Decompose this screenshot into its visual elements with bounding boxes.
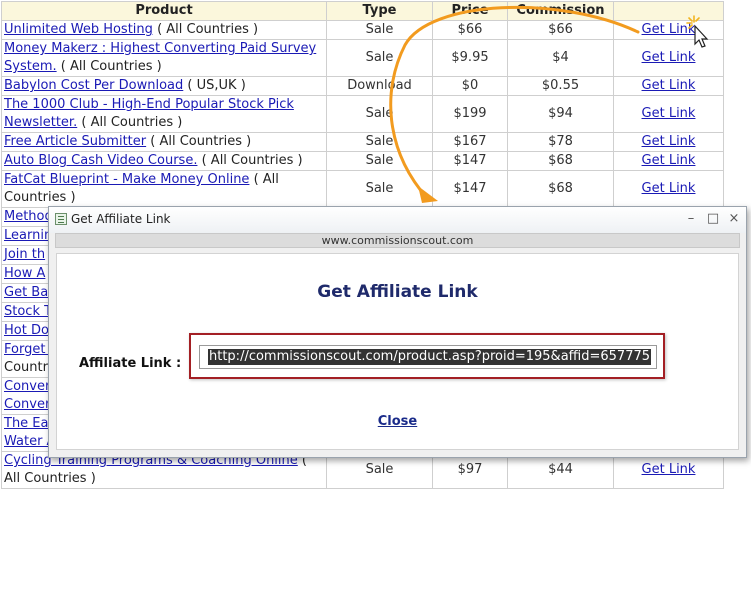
country-label: ( All Countries ) [60,59,162,74]
action-cell: Get Link [613,170,724,208]
affiliate-link-popup: Get Affiliate Link – □ × www.commissions… [48,206,747,458]
product-link[interactable]: How A [4,266,45,281]
header-product[interactable]: Product [1,1,327,21]
get-link-button[interactable]: Get Link [642,22,696,37]
product-link[interactable]: Learnin [4,228,52,243]
price-cell: $147 [432,170,508,208]
action-cell: Get Link [613,76,724,96]
table-row: The 1000 Club - High-End Popular Stock P… [1,95,724,133]
product-link[interactable]: Join th [4,247,45,262]
product-link[interactable]: Hot Do [4,323,49,338]
affiliate-link-field[interactable]: http://commissionscout.com/product.asp?p… [199,345,657,369]
action-cell: Get Link [613,132,724,152]
popup-title: Get Affiliate Link [71,212,171,226]
table-row: Free Article Submitter ( All Countries )… [1,132,724,152]
popup-titlebar[interactable]: Get Affiliate Link – □ × [49,207,746,233]
commission-cell: $94 [507,95,614,133]
get-link-button[interactable]: Get Link [642,462,696,477]
product-link[interactable]: Get Ba [4,285,48,300]
product-link[interactable]: Unlimited Web Hosting [4,22,153,37]
product-cell: Unlimited Web Hosting ( All Countries ) [1,20,327,40]
window-icon [55,213,67,225]
header-price[interactable]: Price [432,1,508,21]
affiliate-link-value[interactable]: http://commissionscout.com/product.asp?p… [208,349,652,365]
product-link[interactable]: Method [4,209,53,224]
get-link-button[interactable]: Get Link [642,78,696,93]
commission-cell: $68 [507,170,614,208]
country-label: ( All Countries ) [81,115,183,130]
get-link-button[interactable]: Get Link [642,153,696,168]
product-link[interactable]: Stock T [4,304,52,319]
price-cell: $0 [432,76,508,96]
product-cell: Auto Blog Cash Video Course. ( All Count… [1,151,327,171]
commission-cell: $78 [507,132,614,152]
product-cell: Babylon Cost Per Download ( US,UK ) [1,76,327,96]
price-cell: $199 [432,95,508,133]
price-cell: $167 [432,132,508,152]
price-cell: $147 [432,151,508,171]
popup-content: Get Affiliate Link Affiliate Link : http… [56,253,739,450]
popup-heading: Get Affiliate Link [317,282,478,302]
table-row: Money Makerz : Highest Converting Paid S… [1,39,724,77]
header-commission[interactable]: Commission [507,1,614,21]
product-link[interactable]: Auto Blog Cash Video Course. [4,153,197,168]
get-link-button[interactable]: Get Link [642,134,696,149]
commission-cell: $4 [507,39,614,77]
type-cell: Sale [326,95,433,133]
action-cell: Get Link [613,151,724,171]
commission-cell: $68 [507,151,614,171]
country-label: ( US,UK ) [187,78,246,93]
commission-cell: $66 [507,20,614,40]
commission-cell: $0.55 [507,76,614,96]
minimize-button[interactable]: – [683,211,699,227]
action-cell: Get Link [613,95,724,133]
affiliate-link-label: Affiliate Link : [79,356,182,371]
table-header-row: Product Type Price Commission [1,1,724,21]
get-link-button[interactable]: Get Link [642,106,696,121]
product-link[interactable]: Babylon Cost Per Download [4,78,183,93]
product-link[interactable]: FatCat Blueprint - Make Money Online [4,172,249,187]
product-cell: Free Article Submitter ( All Countries ) [1,132,327,152]
product-link[interactable]: Free Article Submitter [4,134,146,149]
table-row: FatCat Blueprint - Make Money Online ( A… [1,170,724,208]
price-cell: $66 [432,20,508,40]
type-cell: Sale [326,132,433,152]
close-link[interactable]: Close [57,414,738,429]
type-cell: Sale [326,20,433,40]
get-link-button[interactable]: Get Link [642,50,696,65]
type-cell: Sale [326,170,433,208]
table-row: Unlimited Web Hosting ( All Countries ) S… [1,20,724,40]
product-cell: Money Makerz : Highest Converting Paid S… [1,39,327,77]
maximize-button[interactable]: □ [705,211,721,227]
header-type[interactable]: Type [326,1,433,21]
country-label: ( All Countries ) [201,153,303,168]
table-row: Babylon Cost Per Download ( US,UK ) Downl… [1,76,724,96]
product-cell: FatCat Blueprint - Make Money Online ( A… [1,170,327,208]
action-cell: Get Link [613,20,724,40]
country-label: ( All Countries ) [150,134,252,149]
country-label: ( All Countries ) [157,22,259,37]
header-action [613,1,724,21]
table-row: Auto Blog Cash Video Course. ( All Count… [1,151,724,171]
type-cell: Sale [326,151,433,171]
price-cell: $9.95 [432,39,508,77]
type-cell: Download [326,76,433,96]
action-cell: Get Link [613,39,724,77]
type-cell: Sale [326,39,433,77]
popup-url-bar: www.commissionscout.com [55,233,740,248]
product-cell: The 1000 Club - High-End Popular Stock P… [1,95,327,133]
get-link-button[interactable]: Get Link [642,181,696,196]
close-window-button[interactable]: × [726,211,742,227]
